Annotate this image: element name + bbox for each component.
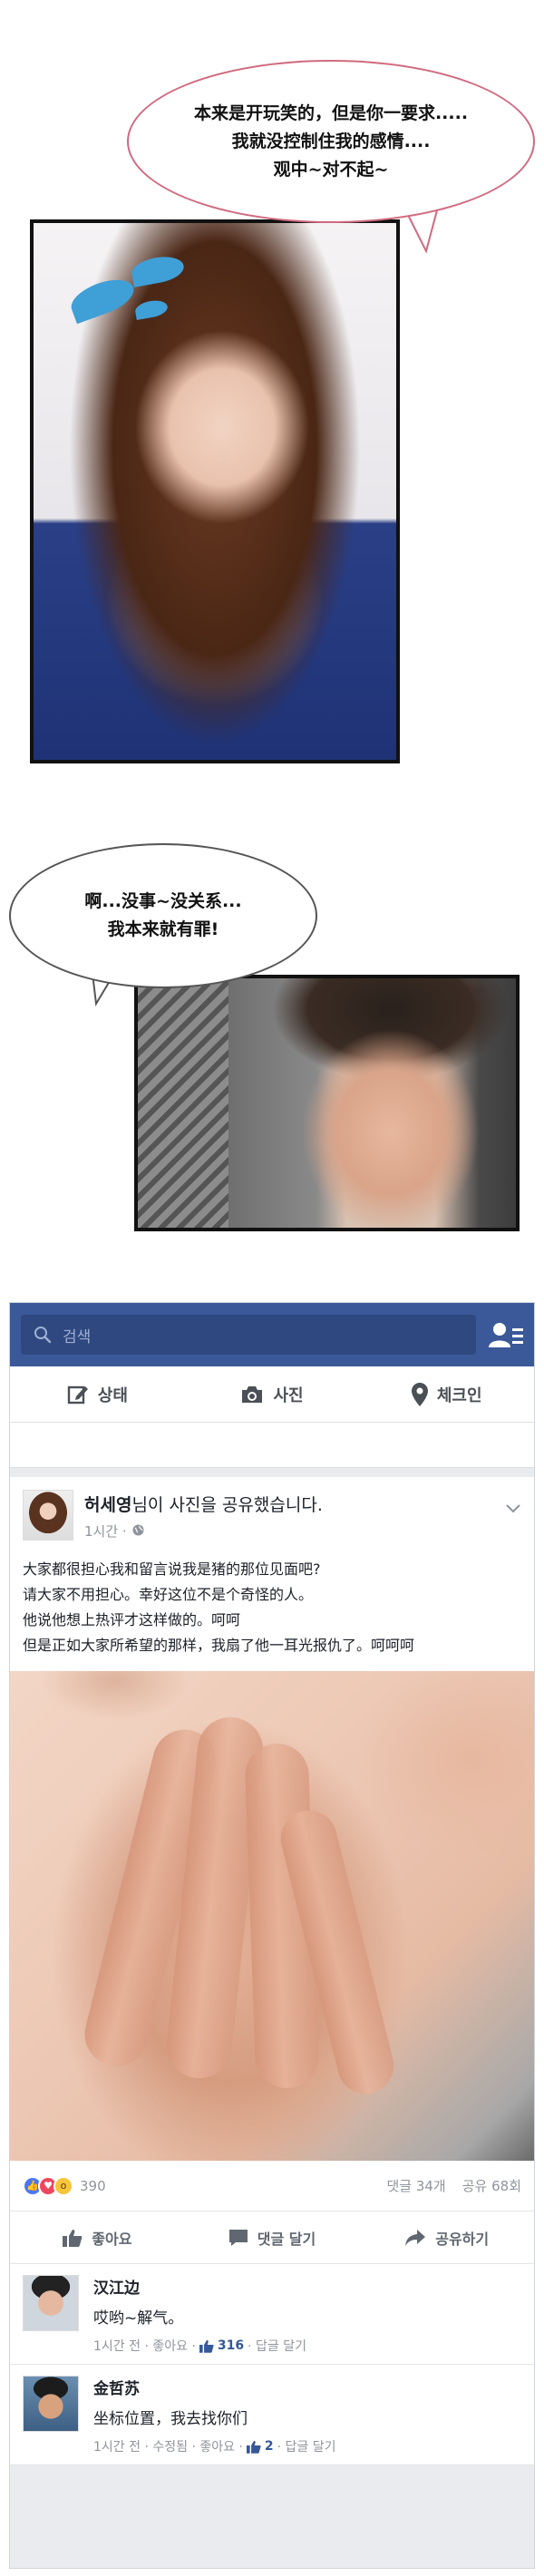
comment-like-count[interactable]: 2 [265, 2439, 274, 2454]
comment-meta: 1시간 전 · 좋아요 · 316 · 답글 달기 [93, 2337, 306, 2355]
comment-meta-prefix[interactable]: 1시간 전 · 좋아요 · [93, 2337, 196, 2355]
post-timestamp[interactable]: 1시간 · [84, 1521, 127, 1541]
like-label: 좋아요 [92, 2230, 132, 2248]
share-button[interactable]: 공유하기 [359, 2211, 534, 2263]
comment-meta: 1시간 전 · 수정됨 · 좋아요 · 2 · 답글 달기 [93, 2437, 336, 2455]
composer-spacer [10, 1423, 534, 1468]
speech-bubble-text: 本来是开玩笑的，但是你一要求..... 我就没控制住我的感情.... 观中~对不… [193, 102, 469, 180]
comment-item: 金哲苏 坐标位置，我去找你们 1시간 전 · 수정됨 · 좋아요 · 2 · 답… [10, 2365, 534, 2465]
comment-icon [228, 2229, 248, 2247]
sweat-drop-icon [130, 253, 186, 287]
reply-link[interactable]: · 답글 달기 [277, 2437, 336, 2455]
avatar[interactable] [23, 2275, 79, 2331]
speech-bubble-1: 本来是开玩笑的，但是你一要求..... 我就没控制住我的感情.... 观中~对不… [127, 60, 535, 223]
post-text-line: 请大家不用担心。幸好这位不是个奇怪的人。 [23, 1586, 314, 1603]
friend-requests-icon [489, 1323, 523, 1347]
comment-text: 坐标位置，我去找你们 [93, 2410, 248, 2428]
post-text-line: 大家都很担心我和留言说我是猪的那位见面吧? [23, 1560, 321, 1578]
thumbs-up-icon [246, 2440, 261, 2454]
comment-button[interactable]: 댓글 달기 [185, 2211, 360, 2263]
globe-icon [132, 1523, 144, 1540]
comment-body: 汉江边 哎哟~解气。 1시간 전 · 좋아요 · 316 · 답글 달기 [93, 2275, 306, 2355]
post-author-suffix: 님이 사진을 공유했습니다. [131, 1495, 323, 1515]
comment-meta-prefix[interactable]: 1시간 전 · 수정됨 · 좋아요 · [93, 2437, 243, 2455]
photo-button[interactable]: 사진 [185, 1366, 360, 1422]
post-header: 허세영님이 사진을 공유했습니다. 1시간 · [10, 1477, 534, 1557]
post-counts: 댓글 34개 공유 68회 [386, 2176, 521, 2195]
search-input[interactable]: 검색 [21, 1315, 476, 1355]
sweat-drop-icon [133, 298, 170, 320]
post-stats: 👍 ♥ o 390 댓글 34개 공유 68회 [10, 2161, 534, 2211]
search-placeholder: 검색 [63, 1327, 92, 1346]
search-icon [34, 1327, 52, 1344]
comment-label: 댓글 달기 [257, 2230, 316, 2248]
status-button[interactable]: 상태 [10, 1366, 185, 1422]
comment-body: 金哲苏 坐标位置，我去找你们 1시간 전 · 수정됨 · 좋아요 · 2 · 답… [93, 2376, 336, 2455]
feed-divider [10, 1468, 534, 1477]
status-label: 상태 [97, 1385, 128, 1405]
feed-bottom [10, 2465, 534, 2502]
shares-count[interactable]: 공유 68회 [462, 2176, 521, 2195]
post-timestamp-row: 1시간 · [84, 1521, 323, 1541]
comment-text: 哎哟~解气。 [93, 2309, 184, 2328]
post-author-name[interactable]: 허세영 [84, 1495, 131, 1515]
checkin-button[interactable]: 체크인 [359, 1366, 534, 1422]
sweat-drop-icon [66, 272, 139, 325]
post-author-line: 허세영님이 사진을 공유했습니다. [84, 1492, 323, 1516]
edit-icon [67, 1384, 89, 1405]
comment-like-count[interactable]: 316 [218, 2338, 244, 2353]
reactions-summary[interactable]: 👍 ♥ o 390 [23, 2175, 106, 2196]
chevron-down-icon[interactable] [505, 1501, 521, 1518]
thumbs-up-icon [63, 2229, 83, 2247]
post-action-bar: 좋아요 댓글 달기 공유하기 [10, 2211, 534, 2264]
share-arrow-icon [404, 2229, 426, 2247]
comment-author[interactable]: 汉江边 [93, 2275, 306, 2298]
post-photo[interactable] [10, 1671, 534, 2161]
reaction-count: 390 [80, 2177, 106, 2194]
friend-requests-button[interactable] [476, 1315, 523, 1355]
post-meta: 허세영님이 사진을 공유했습니다. 1시간 · [84, 1490, 323, 1557]
post-text-line: 他说他想上热评才这样做的。呵呵 [23, 1611, 241, 1628]
reply-link[interactable]: · 답글 달기 [248, 2337, 306, 2355]
wow-reaction-icon: o [53, 2175, 73, 2196]
comment-item: 汉江边 哎哟~解气。 1시간 전 · 좋아요 · 316 · 답글 달기 [10, 2264, 534, 2365]
news-feed-post: 허세영님이 사진을 공유했습니다. 1시간 · 大家都很担心我和留言说我是猪的那… [10, 1477, 534, 2465]
comic-panel-girl [30, 219, 400, 763]
camera-icon [240, 1385, 264, 1405]
comments-count[interactable]: 댓글 34개 [386, 2176, 445, 2195]
like-button[interactable]: 좋아요 [10, 2211, 185, 2263]
speech-bubble-text: 啊...没事~没关系... 我本来就有罪! [84, 891, 242, 939]
avatar[interactable] [23, 1490, 73, 1541]
post-text: 大家都很担心我和留言说我是猪的那位见面吧? 请大家不用担心。幸好这位不是个奇怪的… [10, 1557, 534, 1671]
thumbs-up-icon [199, 2339, 214, 2353]
top-bar: 검색 [10, 1303, 534, 1366]
post-text-line: 但是正如大家所希望的那样，我扇了他一耳光报仇了。呵呵呵 [23, 1637, 415, 1654]
location-pin-icon [411, 1382, 428, 1406]
share-label: 공유하기 [435, 2230, 490, 2248]
speech-bubble-2: 啊...没事~没关系... 我本来就有罪! [9, 843, 317, 988]
photo-label: 사진 [273, 1385, 304, 1405]
checkin-label: 체크인 [436, 1385, 482, 1405]
comic-panel-guy [134, 975, 520, 1231]
facebook-screen: 검색 상태 사진 체크인 허세영님이 사진을 공유했습니다. 1시간 · 大家都… [9, 1302, 535, 2569]
speed-lines [138, 978, 238, 1228]
comment-author[interactable]: 金哲苏 [93, 2376, 336, 2398]
photo-guy-face [228, 978, 516, 1228]
avatar[interactable] [23, 2376, 79, 2432]
composer-actions: 상태 사진 체크인 [10, 1366, 534, 1423]
